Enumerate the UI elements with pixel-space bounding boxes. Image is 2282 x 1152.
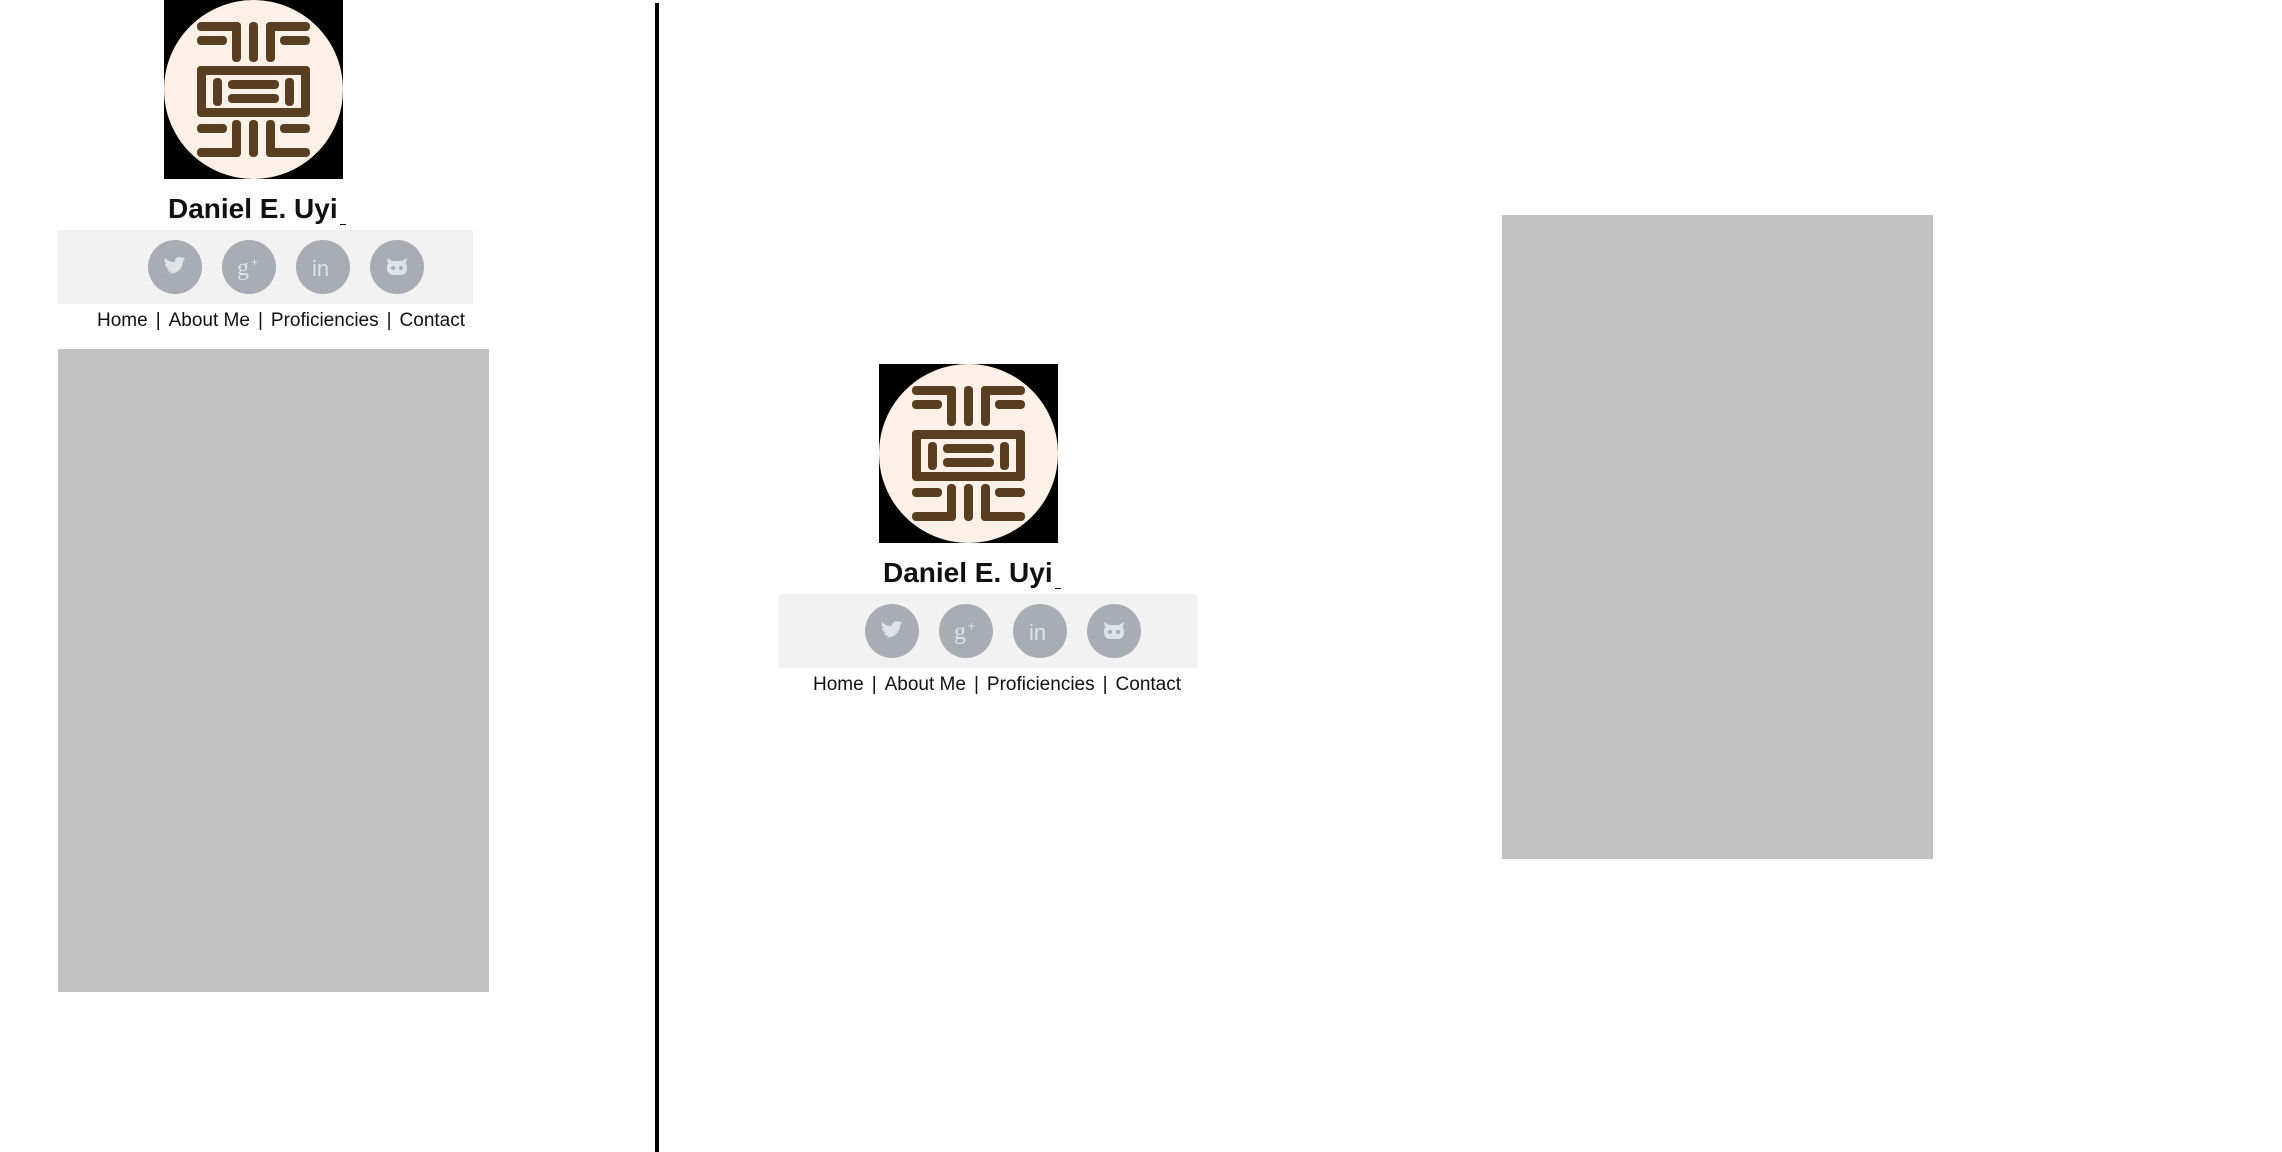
github-link[interactable] [370, 240, 424, 294]
nav-separator: | [257, 310, 263, 331]
site-owner-name: Daniel E. Uyi [168, 193, 346, 225]
twitter-link[interactable] [865, 604, 919, 658]
nav-contact[interactable]: Contact [1116, 674, 1181, 696]
main-nav: Home | About Me | Proficiencies | Contac… [813, 674, 1181, 696]
github-icon [1104, 622, 1124, 639]
linkedin-icon: in [312, 256, 329, 281]
content-placeholder [1502, 215, 1933, 859]
social-links-bar: g + in [779, 594, 1197, 668]
google-plus-link[interactable]: g + [222, 240, 276, 294]
page-root: Daniel E. Uyi g + in Home | About Me | P… [0, 0, 2282, 1152]
linkedin-link[interactable]: in [1013, 604, 1067, 658]
nav-contact[interactable]: Contact [400, 310, 465, 332]
social-links-bar: g + in [57, 230, 473, 304]
svg-text:in: in [1029, 620, 1046, 645]
content-placeholder [58, 349, 489, 992]
nav-proficiencies[interactable]: Proficiencies [271, 310, 379, 332]
nav-separator: | [1102, 674, 1108, 695]
twitter-icon [164, 256, 186, 274]
google-plus-icon: g + [237, 255, 258, 281]
nav-about-me[interactable]: About Me [169, 310, 250, 332]
layout-divider [655, 3, 659, 1152]
site-logo[interactable] [164, 0, 343, 179]
twitter-link[interactable] [148, 240, 202, 294]
site-owner-name-text: Daniel E. Uyi [883, 557, 1053, 588]
svg-text:g: g [237, 255, 249, 281]
github-icon [387, 258, 407, 275]
nav-separator: | [386, 310, 392, 331]
github-link[interactable] [1087, 604, 1141, 658]
linkedin-icon: in [1029, 620, 1046, 645]
nav-separator: | [871, 674, 877, 695]
site-owner-name-text: Daniel E. Uyi [168, 193, 338, 224]
svg-text:+: + [968, 619, 975, 633]
svg-text:+: + [251, 255, 258, 269]
nav-home[interactable]: Home [97, 310, 148, 332]
logo-emblem-icon [164, 0, 343, 179]
nav-proficiencies[interactable]: Proficiencies [987, 674, 1095, 696]
site-owner-name: Daniel E. Uyi [883, 557, 1061, 589]
site-logo[interactable] [879, 364, 1058, 543]
logo-emblem-icon [879, 364, 1058, 543]
text-caret [339, 224, 346, 225]
svg-text:g: g [954, 619, 966, 645]
nav-separator: | [155, 310, 161, 331]
mobile-layout-preview: Daniel E. Uyi g + in Home | About Me | P… [0, 0, 650, 1152]
google-plus-link[interactable]: g + [939, 604, 993, 658]
svg-text:in: in [312, 256, 329, 281]
main-nav: Home | About Me | Proficiencies | Contac… [97, 310, 465, 332]
nav-about-me[interactable]: About Me [885, 674, 966, 696]
text-caret [1054, 588, 1061, 589]
twitter-icon [881, 620, 903, 638]
linkedin-link[interactable]: in [296, 240, 350, 294]
google-plus-icon: g + [954, 619, 975, 645]
nav-home[interactable]: Home [813, 674, 864, 696]
nav-separator: | [973, 674, 979, 695]
